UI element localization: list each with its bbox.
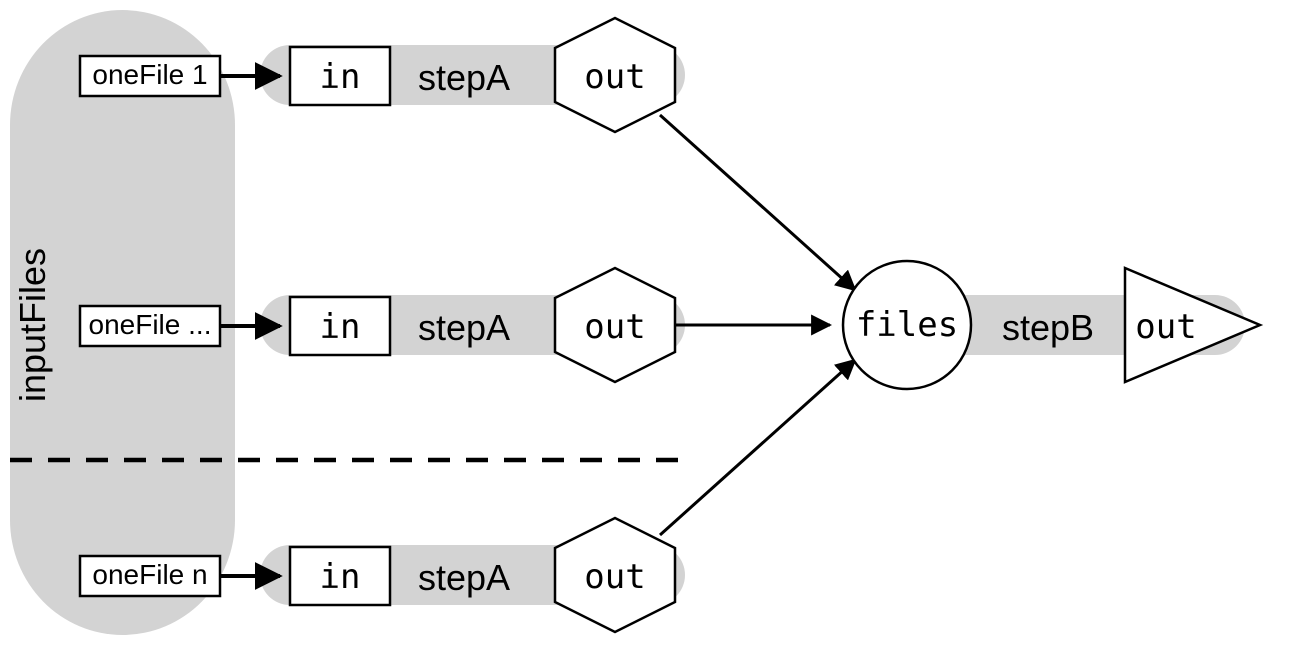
- stepb-label: stepB: [1002, 307, 1094, 348]
- arrow-out3-files: [660, 360, 855, 535]
- stepa-label-1: stepA: [418, 57, 510, 98]
- in-label-1: in: [320, 57, 361, 97]
- input-files-label: inputFiles: [12, 248, 53, 402]
- files-label: files: [856, 305, 958, 345]
- stepa-label-3: stepA: [418, 557, 510, 598]
- onefile-label-1: oneFile 1: [92, 59, 207, 90]
- out-label-3: out: [584, 557, 645, 597]
- out-label-1: out: [584, 57, 645, 97]
- arrow-out1-files: [660, 115, 855, 290]
- out-label-2: out: [584, 307, 645, 347]
- stepa-label-2: stepA: [418, 307, 510, 348]
- onefile-label-2: oneFile ...: [89, 309, 212, 340]
- final-out-label: out: [1135, 307, 1196, 347]
- onefile-label-3: oneFile n: [92, 559, 207, 590]
- in-label-2: in: [320, 307, 361, 347]
- in-label-3: in: [320, 557, 361, 597]
